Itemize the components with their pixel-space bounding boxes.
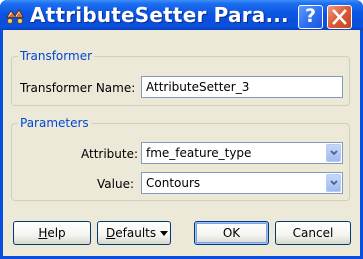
ok-button-label: OK	[222, 226, 241, 240]
defaults-button[interactable]: Defaults	[97, 221, 171, 245]
attribute-value: fme_feature_type	[146, 146, 252, 160]
help-button[interactable]: Help	[13, 221, 91, 245]
value-dropdown[interactable]: Contours	[141, 172, 343, 194]
fme-transformer-icon	[5, 8, 25, 24]
close-caption-button[interactable]	[327, 5, 352, 29]
cancel-button[interactable]: Cancel	[275, 221, 351, 245]
value-label: Value:	[97, 177, 134, 191]
dialog-body: Transformer Transformer Name: AttributeS…	[3, 30, 360, 256]
help-caption-button[interactable]: ?	[298, 5, 323, 29]
cancel-button-label: Cancel	[292, 226, 334, 240]
dropdown-arrow-icon	[160, 231, 168, 236]
defaults-button-label: efaults	[115, 226, 157, 240]
attribute-dropdown-button[interactable]	[326, 144, 341, 162]
help-button-label: elp	[47, 226, 66, 240]
chevron-down-icon	[330, 180, 338, 186]
window-title: AttributeSetter Para...	[30, 3, 289, 27]
title-bar[interactable]: AttributeSetter Para... ?	[0, 0, 363, 30]
value-dropdown-button[interactable]	[326, 174, 341, 192]
attribute-dropdown[interactable]: fme_feature_type	[141, 142, 343, 164]
defaults-button-mnemonic: D	[106, 226, 116, 240]
dialog-window: AttributeSetter Para... ? Transformer Tr…	[0, 0, 363, 259]
chevron-down-icon	[330, 150, 338, 156]
transformer-name-label: Transformer Name:	[20, 81, 136, 95]
transformer-name-value: AttributeSetter_3	[146, 80, 250, 94]
value-value: Contours	[146, 176, 201, 190]
attribute-label: Attribute:	[81, 147, 139, 161]
transformer-name-field[interactable]: AttributeSetter_3	[141, 76, 343, 98]
transformer-group-legend: Transformer	[20, 49, 93, 63]
ok-button[interactable]: OK	[194, 221, 269, 245]
parameters-group-legend: Parameters	[20, 116, 89, 130]
help-icon: ?	[304, 5, 317, 27]
help-button-mnemonic: H	[38, 226, 48, 240]
